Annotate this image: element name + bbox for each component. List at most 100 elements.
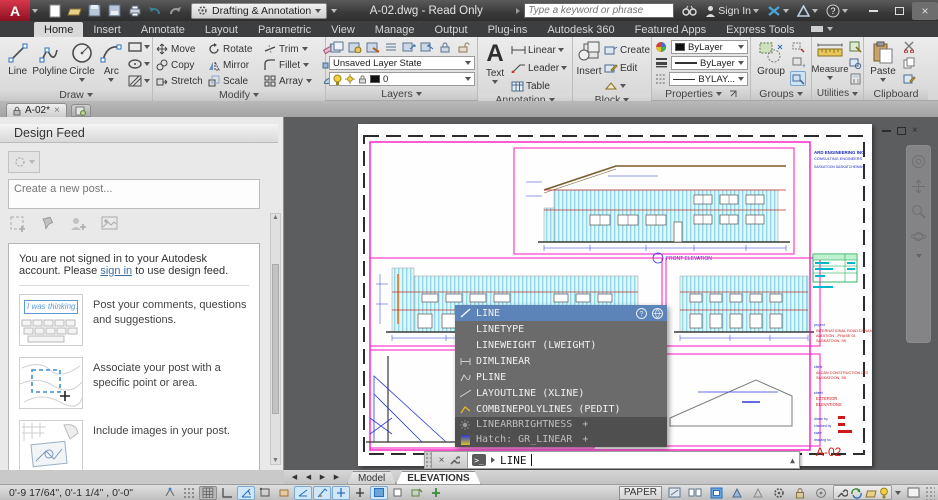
paper-model-button[interactable]: PAPER: [619, 486, 662, 500]
ellipse-button[interactable]: [128, 56, 150, 72]
infer-constraints-toggle[interactable]: [161, 486, 179, 500]
tray-sync-icon[interactable]: [850, 487, 863, 499]
recent-commands-caret-icon[interactable]: [491, 457, 495, 463]
quick-view-layouts-button[interactable]: [665, 486, 683, 500]
app-menu-caret-icon[interactable]: [32, 9, 38, 13]
insert-button[interactable]: Insert: [576, 39, 602, 94]
suggestion-pline[interactable]: PLINE: [455, 369, 667, 385]
trim-button[interactable]: Trim: [264, 41, 318, 57]
tray-caret-icon[interactable]: [895, 491, 901, 495]
panel-properties-footer[interactable]: Properties: [652, 87, 750, 100]
ribbon-minimize-button[interactable]: [810, 25, 836, 37]
suggestion-lineweight[interactable]: LINEWEIGHT (LWEIGHT): [455, 337, 667, 353]
layer-off-button[interactable]: [419, 40, 435, 54]
sign-in-link[interactable]: sign in: [100, 265, 132, 277]
a360-button[interactable]: [797, 5, 818, 17]
resize-grip[interactable]: [925, 486, 935, 500]
annotation-visibility-button[interactable]: [749, 486, 767, 500]
command-history-icon[interactable]: ▲: [790, 456, 795, 465]
exchange-apps-button[interactable]: [767, 5, 789, 17]
undo-icon[interactable]: [146, 3, 163, 19]
annotation-scale-button[interactable]: [728, 486, 746, 500]
polyline-button[interactable]: Polyline: [32, 39, 67, 89]
id-point-button[interactable]: [847, 55, 863, 70]
tab-layout[interactable]: Layout: [195, 22, 248, 37]
expand-plus-icon[interactable]: +: [582, 419, 588, 430]
viewport-maximize-button[interactable]: [707, 486, 725, 500]
app-menu-button[interactable]: A: [0, 0, 30, 21]
isolate-objects-button[interactable]: [812, 486, 830, 500]
scroll-thumb[interactable]: [272, 264, 279, 414]
create-post-input[interactable]: [14, 183, 254, 195]
panel-launcher-icon[interactable]: [729, 90, 737, 98]
plot-icon[interactable]: [126, 3, 143, 19]
tab-parametric[interactable]: Parametric: [248, 22, 321, 37]
command-close-icon[interactable]: ×: [439, 455, 445, 466]
panel-utilities-footer[interactable]: Utilities: [812, 87, 863, 100]
suggestion-dimlinear[interactable]: DIMLINEAR: [455, 353, 667, 369]
tag-area-icon[interactable]: [10, 216, 27, 232]
object-color-dropdown[interactable]: ByLayer: [671, 40, 748, 54]
layer-isolate-button[interactable]: [365, 40, 381, 54]
maximize-button[interactable]: [886, 2, 912, 20]
grid-toggle[interactable]: [199, 486, 217, 500]
zoom-icon[interactable]: [911, 204, 926, 219]
fillet-button[interactable]: Fillet: [264, 57, 318, 73]
stretch-button[interactable]: Stretch: [156, 73, 208, 89]
workspace-gear-button[interactable]: [770, 486, 788, 500]
dwg-minimize-icon[interactable]: [882, 130, 891, 132]
orbit-icon[interactable]: [911, 229, 926, 244]
osnap-toggle[interactable]: [256, 486, 274, 500]
quick-calc-button[interactable]: [847, 71, 863, 86]
tab-annotate[interactable]: Annotate: [131, 22, 195, 37]
expand-plus-icon[interactable]: +: [582, 434, 588, 445]
last-layout-button[interactable]: ▶: [330, 471, 343, 483]
help-button[interactable]: ?: [826, 4, 848, 18]
command-input[interactable]: >_ LINE ▲: [468, 451, 800, 469]
panel-modify-footer[interactable]: Modify: [153, 89, 325, 101]
sign-in-button[interactable]: Sign In: [705, 5, 759, 17]
block-attributes-button[interactable]: [604, 78, 650, 94]
wrench-icon[interactable]: [449, 455, 460, 466]
quick-select-button[interactable]: [847, 39, 863, 54]
layer-unlock-button[interactable]: [455, 40, 471, 54]
sysvar-linearbrightness[interactable]: LINEARBRIGHTNESS+: [455, 417, 667, 432]
group-button[interactable]: Group: [754, 39, 788, 87]
paste-button[interactable]: Paste: [867, 39, 899, 87]
clean-screen-button[interactable]: [904, 486, 922, 500]
table-button[interactable]: Table: [511, 78, 567, 94]
design-feed-header[interactable]: Design Feed: [0, 124, 278, 143]
suggestion-combinepolylines[interactable]: COMBINEPOLYLINES (PEDIT): [455, 401, 667, 417]
dimension-linear-button[interactable]: Linear: [511, 42, 567, 58]
block-create-button[interactable]: Create: [604, 42, 650, 58]
array-button[interactable]: Array: [264, 73, 318, 89]
tray-folder-icon[interactable]: [865, 487, 877, 499]
ortho-toggle[interactable]: [218, 486, 236, 500]
hatch-gr-linear[interactable]: Hatch: GR_LINEAR+: [455, 432, 667, 447]
open-icon[interactable]: [66, 3, 83, 19]
tab-home[interactable]: Home: [34, 22, 83, 37]
3d-osnap-toggle[interactable]: [275, 486, 293, 500]
suggestion-help-icon[interactable]: ?: [636, 308, 647, 319]
infocenter-collapse-icon[interactable]: [516, 8, 520, 14]
feed-scrollbar[interactable]: ▲ ▼: [270, 213, 281, 465]
attach-image-icon[interactable]: [101, 216, 118, 231]
text-button[interactable]: A Text: [481, 39, 509, 94]
quick-properties-toggle[interactable]: [389, 486, 407, 500]
close-button[interactable]: ×: [912, 2, 938, 20]
dwg-restore-icon[interactable]: [897, 127, 906, 135]
tab-model[interactable]: Model: [347, 471, 396, 484]
feed-settings-button[interactable]: [8, 151, 40, 173]
transparency-toggle[interactable]: [370, 486, 388, 500]
arc-caret-icon[interactable]: [108, 78, 114, 82]
tag-person-icon[interactable]: [70, 216, 87, 232]
selection-cycling-toggle[interactable]: [408, 486, 426, 500]
tray-wrench-icon[interactable]: [836, 487, 848, 499]
workspace-switcher[interactable]: Drafting & Annotation: [191, 3, 327, 19]
panel-layers-footer[interactable]: Layers: [326, 87, 477, 100]
tab-manage[interactable]: Manage: [365, 22, 425, 37]
file-tab-a02[interactable]: A-02* ×: [6, 103, 67, 117]
first-layout-button[interactable]: ◀: [288, 471, 301, 483]
tab-insert[interactable]: Insert: [83, 22, 131, 37]
tray-bulb-icon[interactable]: [879, 487, 889, 499]
